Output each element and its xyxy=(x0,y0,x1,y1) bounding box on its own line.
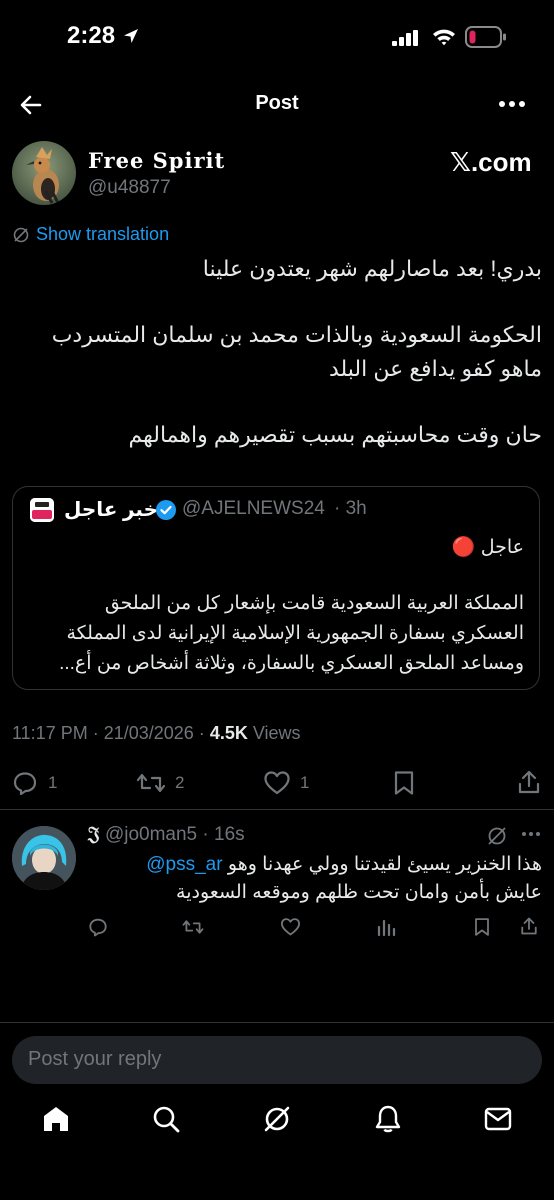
share-icon[interactable] xyxy=(517,769,541,795)
quoted-post-time: · 3h xyxy=(334,498,367,519)
tab-search[interactable] xyxy=(151,1104,181,1134)
status-time: 2:28 xyxy=(67,22,116,49)
reply-like-button[interactable] xyxy=(280,917,301,937)
quoted-text-line-1: عاجل 🔴 xyxy=(451,537,524,558)
author-handle[interactable]: @u48877 xyxy=(88,177,171,199)
reply-repost-button[interactable] xyxy=(182,917,204,937)
author-avatar[interactable] xyxy=(12,141,76,205)
reply-text-line-1: @pss_ar هذا الخنزير يسيئ لقيدتنا وولي عه… xyxy=(88,851,542,879)
repost-count: 2 xyxy=(175,773,185,792)
status-bar: 2:28 xyxy=(0,0,554,72)
composer-divider xyxy=(0,1022,554,1023)
quoted-text-line-4: ومساعد الملحق العسكري بالسفارة، وثلاثة أ… xyxy=(59,653,524,674)
reply-author-name[interactable]: 𝔍 xyxy=(88,823,100,845)
cellular-signal-icon xyxy=(392,30,422,46)
reply-bookmark-button[interactable] xyxy=(473,917,491,937)
wifi-icon xyxy=(432,27,456,47)
reply-button[interactable] xyxy=(12,770,38,796)
reply-author-avatar[interactable] xyxy=(12,826,76,890)
reply-input-placeholder: Post your reply xyxy=(28,1048,162,1070)
grok-icon[interactable] xyxy=(486,825,508,847)
views-count: 4.5K xyxy=(209,723,248,743)
like-count: 1 xyxy=(300,773,310,792)
post-text-line-1: بدري! بعد ماصارلهم شهر يعتدون علينا xyxy=(202,256,542,281)
reply-text: هذا الخنزير يسيئ لقيدتنا وولي عهدنا وهو xyxy=(227,854,542,875)
page-title: Post xyxy=(255,92,299,114)
reply-mention[interactable]: @pss_ar xyxy=(146,854,222,875)
quoted-author-handle: @AJELNEWS24 xyxy=(182,498,325,519)
tab-notifications[interactable] xyxy=(373,1104,403,1134)
post-timestamp: 11:17 PM · 21/03/2026 · xyxy=(12,723,205,743)
quoted-text-line-3: العسكري بسفارة الجمهورية الإسلامية الإير… xyxy=(66,623,525,644)
like-button[interactable] xyxy=(263,770,291,796)
divider xyxy=(0,809,554,810)
bookmark-button[interactable] xyxy=(392,770,416,796)
post-meta: 11:17 PM · 21/03/2026 · 4.5K Views xyxy=(12,723,301,744)
views-label: Views xyxy=(252,723,301,743)
quoted-author-logo xyxy=(30,498,54,522)
reply-count: 1 xyxy=(48,773,58,792)
verified-badge-icon xyxy=(155,499,177,521)
reply-time: · 16s xyxy=(202,824,245,845)
post-text-line-2: الحكومة السعودية وبالذات محمد بن سلمان ا… xyxy=(51,322,542,347)
reply-more-icon[interactable] xyxy=(520,823,542,845)
translate-icon xyxy=(12,226,30,244)
post-text-line-4: حان وقت محاسبتهم بسبب تقصيرهم واهمالهم xyxy=(128,422,542,447)
reply-author-handle[interactable]: @jo0man5 xyxy=(105,824,197,845)
location-arrow-icon xyxy=(122,27,140,45)
reply-views-icon[interactable] xyxy=(376,917,396,937)
battery-low-icon xyxy=(465,25,507,49)
post-text-line-3: ماهو كفو يدافع عن البلد xyxy=(328,356,542,381)
repost-button[interactable] xyxy=(136,770,166,796)
author-name[interactable]: Free Spirit xyxy=(88,148,225,173)
quoted-text-line-2: المملكة العربية السعودية قامت بإشعار كل … xyxy=(104,593,524,614)
reply-reply-button[interactable] xyxy=(88,917,108,937)
quoted-author-name: خبر عاجل xyxy=(64,499,159,521)
reply-share-icon[interactable] xyxy=(520,916,538,936)
reply-header: 𝔍 @jo0man5 · 16s xyxy=(88,823,245,846)
tab-grok[interactable] xyxy=(262,1104,292,1134)
show-translation-link[interactable]: Show translation xyxy=(36,224,169,245)
source-label: 𝕏.com xyxy=(450,147,532,177)
reply-text-line-2: عايش بأمن وامان تحت ظلهم وموقعه السعودية xyxy=(176,882,542,903)
tab-home[interactable] xyxy=(41,1104,71,1134)
more-options-icon[interactable] xyxy=(498,96,526,112)
tab-messages[interactable] xyxy=(483,1104,513,1134)
